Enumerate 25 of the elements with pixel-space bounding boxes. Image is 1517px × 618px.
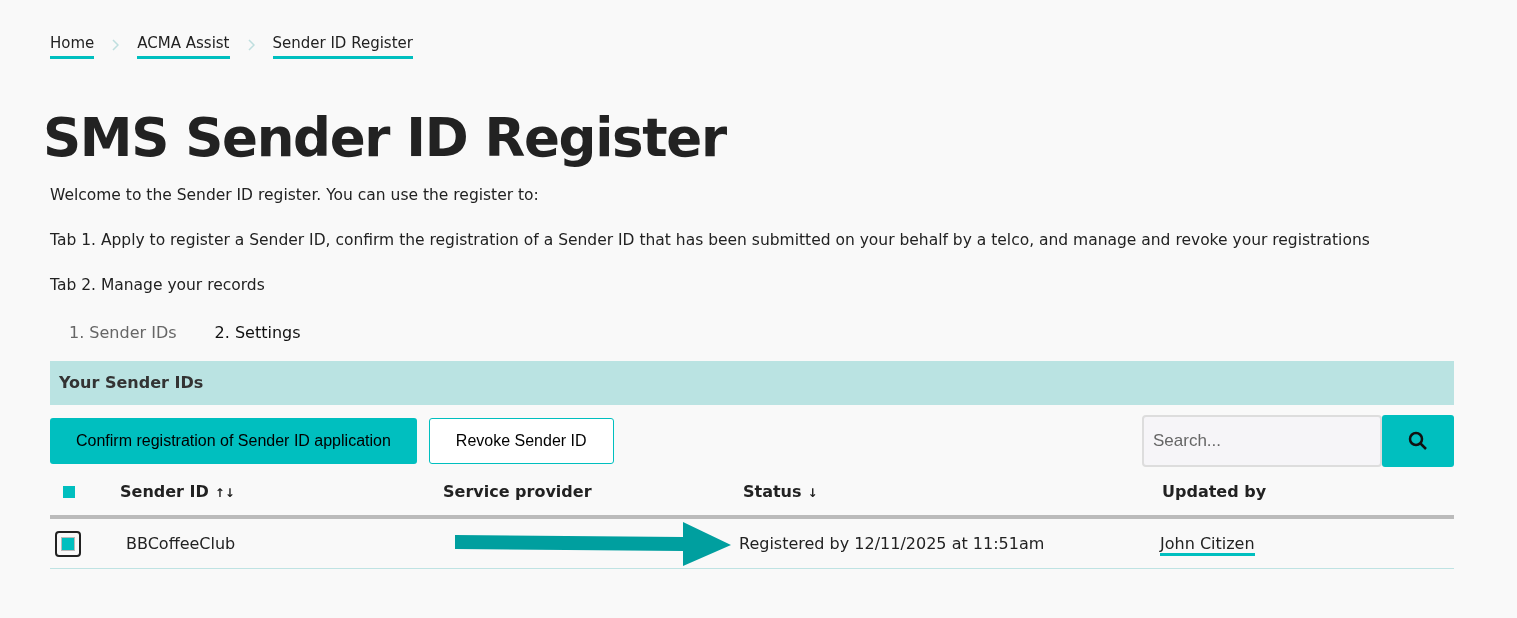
action-button[interactable]: Confirm registration of Sender ID application [50,418,417,465]
tab[interactable]: 1. Sender IDs [69,321,177,346]
action-button[interactable]: Revoke Sender ID [428,418,614,465]
chevron-icon [247,39,255,52]
column-header[interactable]: Service provider [443,480,592,505]
breadcrumb-link[interactable]: Home [50,32,95,59]
table-cell: BBCoffeeClub [126,533,236,553]
row-checkbox[interactable] [55,530,81,557]
user-link[interactable]: John Citizen [1160,533,1255,556]
column-header[interactable]: Status ↓ [743,480,818,505]
breadcrumb-link[interactable]: Sender ID Register [272,32,413,59]
tab[interactable]: 2. Settings [214,321,301,346]
search-button[interactable] [1382,415,1454,468]
search-field[interactable]: Search... [1142,415,1382,468]
intro-text: Tab 2. Manage your records [50,275,266,296]
select-all-checkbox[interactable] [63,486,75,499]
intro-text: Tab 1. Apply to register a Sender ID, confirm the registration of a Sender ID that has been submitted on your behalf by a telco, and manage and revoke your registrations [50,229,1371,251]
column-header[interactable]: Updated by [1162,480,1267,505]
search-icon [1408,431,1428,452]
breadcrumb-link[interactable]: ACMA Assist [137,32,230,59]
panel-header: Your Sender IDs [50,361,1454,406]
column-header[interactable]: Sender ID ↑↓ [120,480,235,505]
chevron-icon [112,39,120,52]
table-cell: Registered by 12/11/2025 at 11:51am [739,533,1045,553]
intro-text: Welcome to the Sender ID register. You can use the register to: [50,184,540,206]
